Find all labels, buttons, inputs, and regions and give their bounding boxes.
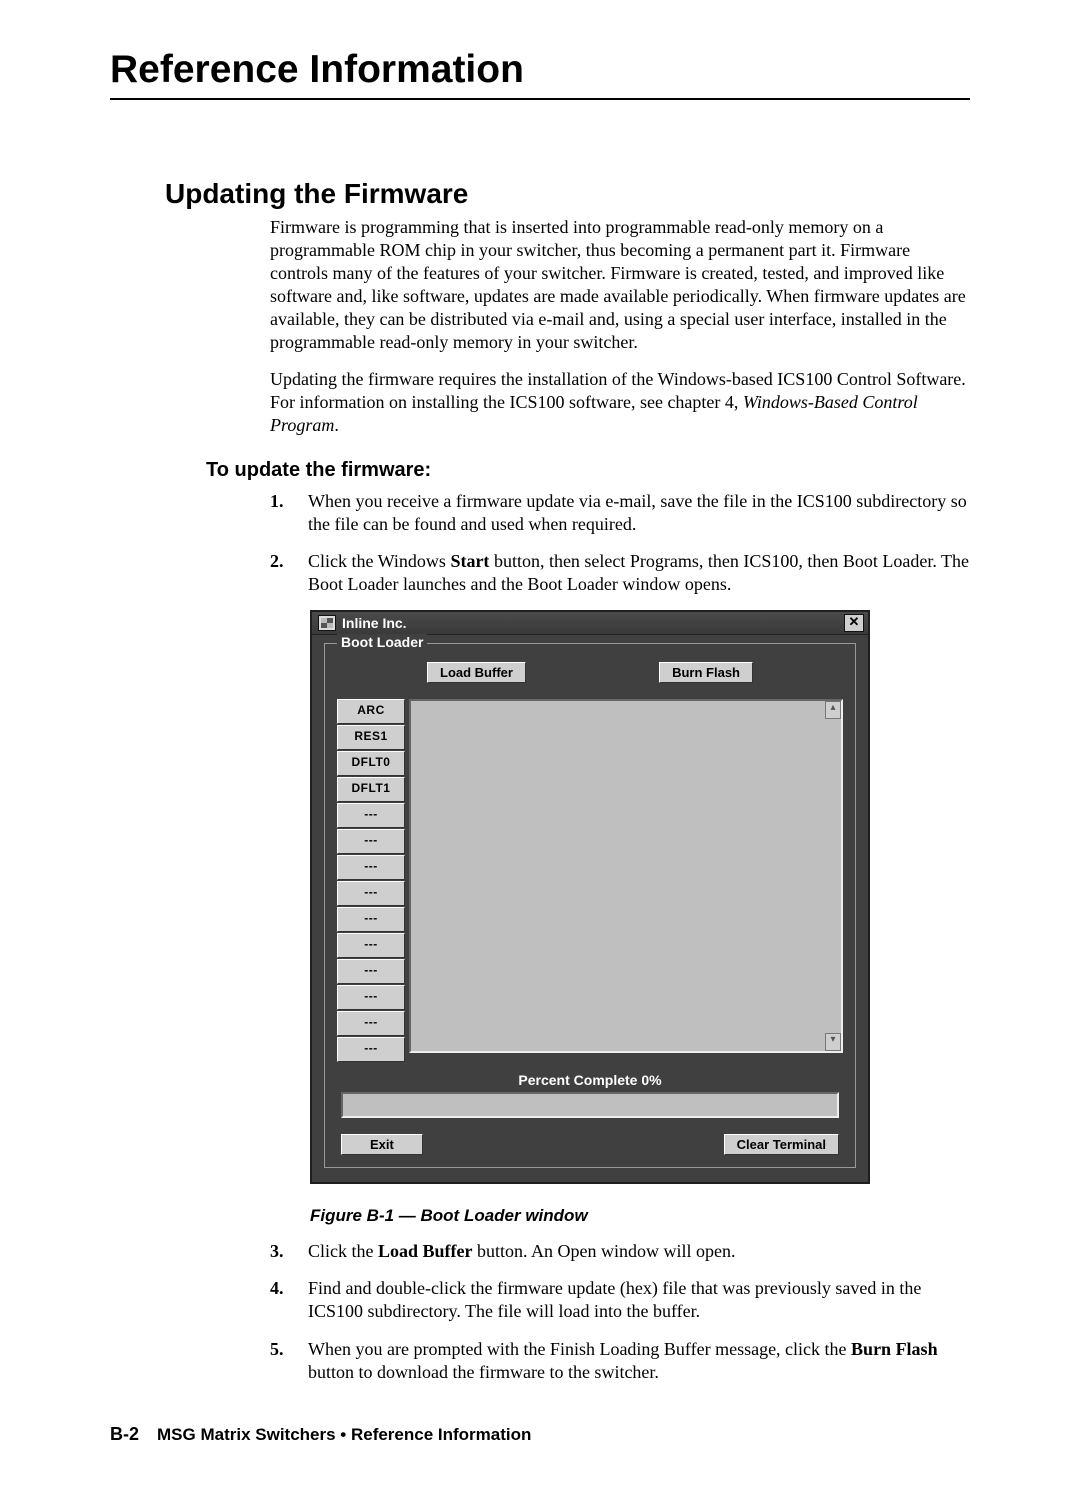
app-icon [318, 615, 336, 631]
footer: B-2 MSG Matrix Switchers • Reference Inf… [110, 1424, 970, 1445]
side-slot-button[interactable]: --- [337, 829, 405, 854]
side-buttons: ARC RES1 DFLT0 DFLT1 --- --- --- --- ---… [337, 699, 405, 1062]
figure-caption: Figure B-1 — Boot Loader window [310, 1206, 970, 1226]
intro-p1: Firmware is programming that is inserted… [270, 216, 970, 354]
clear-terminal-button[interactable]: Clear Terminal [724, 1134, 839, 1155]
step-3: 3. Click the Load Buffer button. An Open… [270, 1240, 970, 1263]
side-slot-button[interactable]: --- [337, 881, 405, 906]
step-1: 1. When you receive a firmware update vi… [270, 490, 970, 536]
exit-button[interactable]: Exit [341, 1134, 423, 1155]
step-5: 5. When you are prompted with the Finish… [270, 1338, 970, 1384]
intro-p2: Updating the firmware requires the insta… [270, 368, 970, 437]
side-dflt1-button[interactable]: DFLT1 [337, 777, 405, 802]
side-slot-button[interactable]: --- [337, 959, 405, 984]
side-slot-button[interactable]: --- [337, 1011, 405, 1036]
bootloader-figure: Inline Inc. ✕ Boot Loader Load Buffer Bu… [310, 610, 870, 1184]
footer-text: MSG Matrix Switchers • Reference Informa… [157, 1425, 531, 1445]
side-slot-button[interactable]: --- [337, 803, 405, 828]
scroll-down-icon[interactable]: ▾ [825, 1033, 841, 1051]
fieldset-legend: Boot Loader [337, 634, 427, 650]
step-4: 4. Find and double-click the firmware up… [270, 1277, 970, 1323]
side-slot-button[interactable]: --- [337, 1037, 405, 1062]
header-rule [110, 98, 970, 100]
side-arc-button[interactable]: ARC [337, 699, 405, 724]
load-buffer-button[interactable]: Load Buffer [427, 662, 526, 683]
section-heading: Updating the Firmware [165, 178, 970, 210]
page-title: Reference Information [110, 48, 970, 92]
percent-complete-label: Percent Complete 0% [337, 1072, 843, 1088]
page-number: B-2 [110, 1424, 139, 1445]
burn-flash-button[interactable]: Burn Flash [659, 662, 753, 683]
side-slot-button[interactable]: --- [337, 855, 405, 880]
terminal-pane: ▴ ▾ [409, 699, 843, 1053]
side-dflt0-button[interactable]: DFLT0 [337, 751, 405, 776]
step-2: 2. Click the Windows Start button, then … [270, 550, 970, 596]
close-icon[interactable]: ✕ [844, 614, 864, 632]
bootloader-window: Inline Inc. ✕ Boot Loader Load Buffer Bu… [310, 610, 870, 1184]
bootloader-fieldset: Boot Loader Load Buffer Burn Flash ARC R… [324, 643, 856, 1168]
side-res1-button[interactable]: RES1 [337, 725, 405, 750]
scroll-up-icon[interactable]: ▴ [825, 701, 841, 719]
scrollbar[interactable]: ▴ ▾ [825, 701, 841, 1051]
window-title: Inline Inc. [342, 615, 407, 631]
titlebar: Inline Inc. ✕ [312, 612, 868, 635]
intro-block: Firmware is programming that is inserted… [270, 216, 970, 437]
side-slot-button[interactable]: --- [337, 933, 405, 958]
progress-bar [341, 1092, 839, 1118]
subheading: To update the firmware: [206, 459, 970, 482]
side-slot-button[interactable]: --- [337, 985, 405, 1010]
side-slot-button[interactable]: --- [337, 907, 405, 932]
